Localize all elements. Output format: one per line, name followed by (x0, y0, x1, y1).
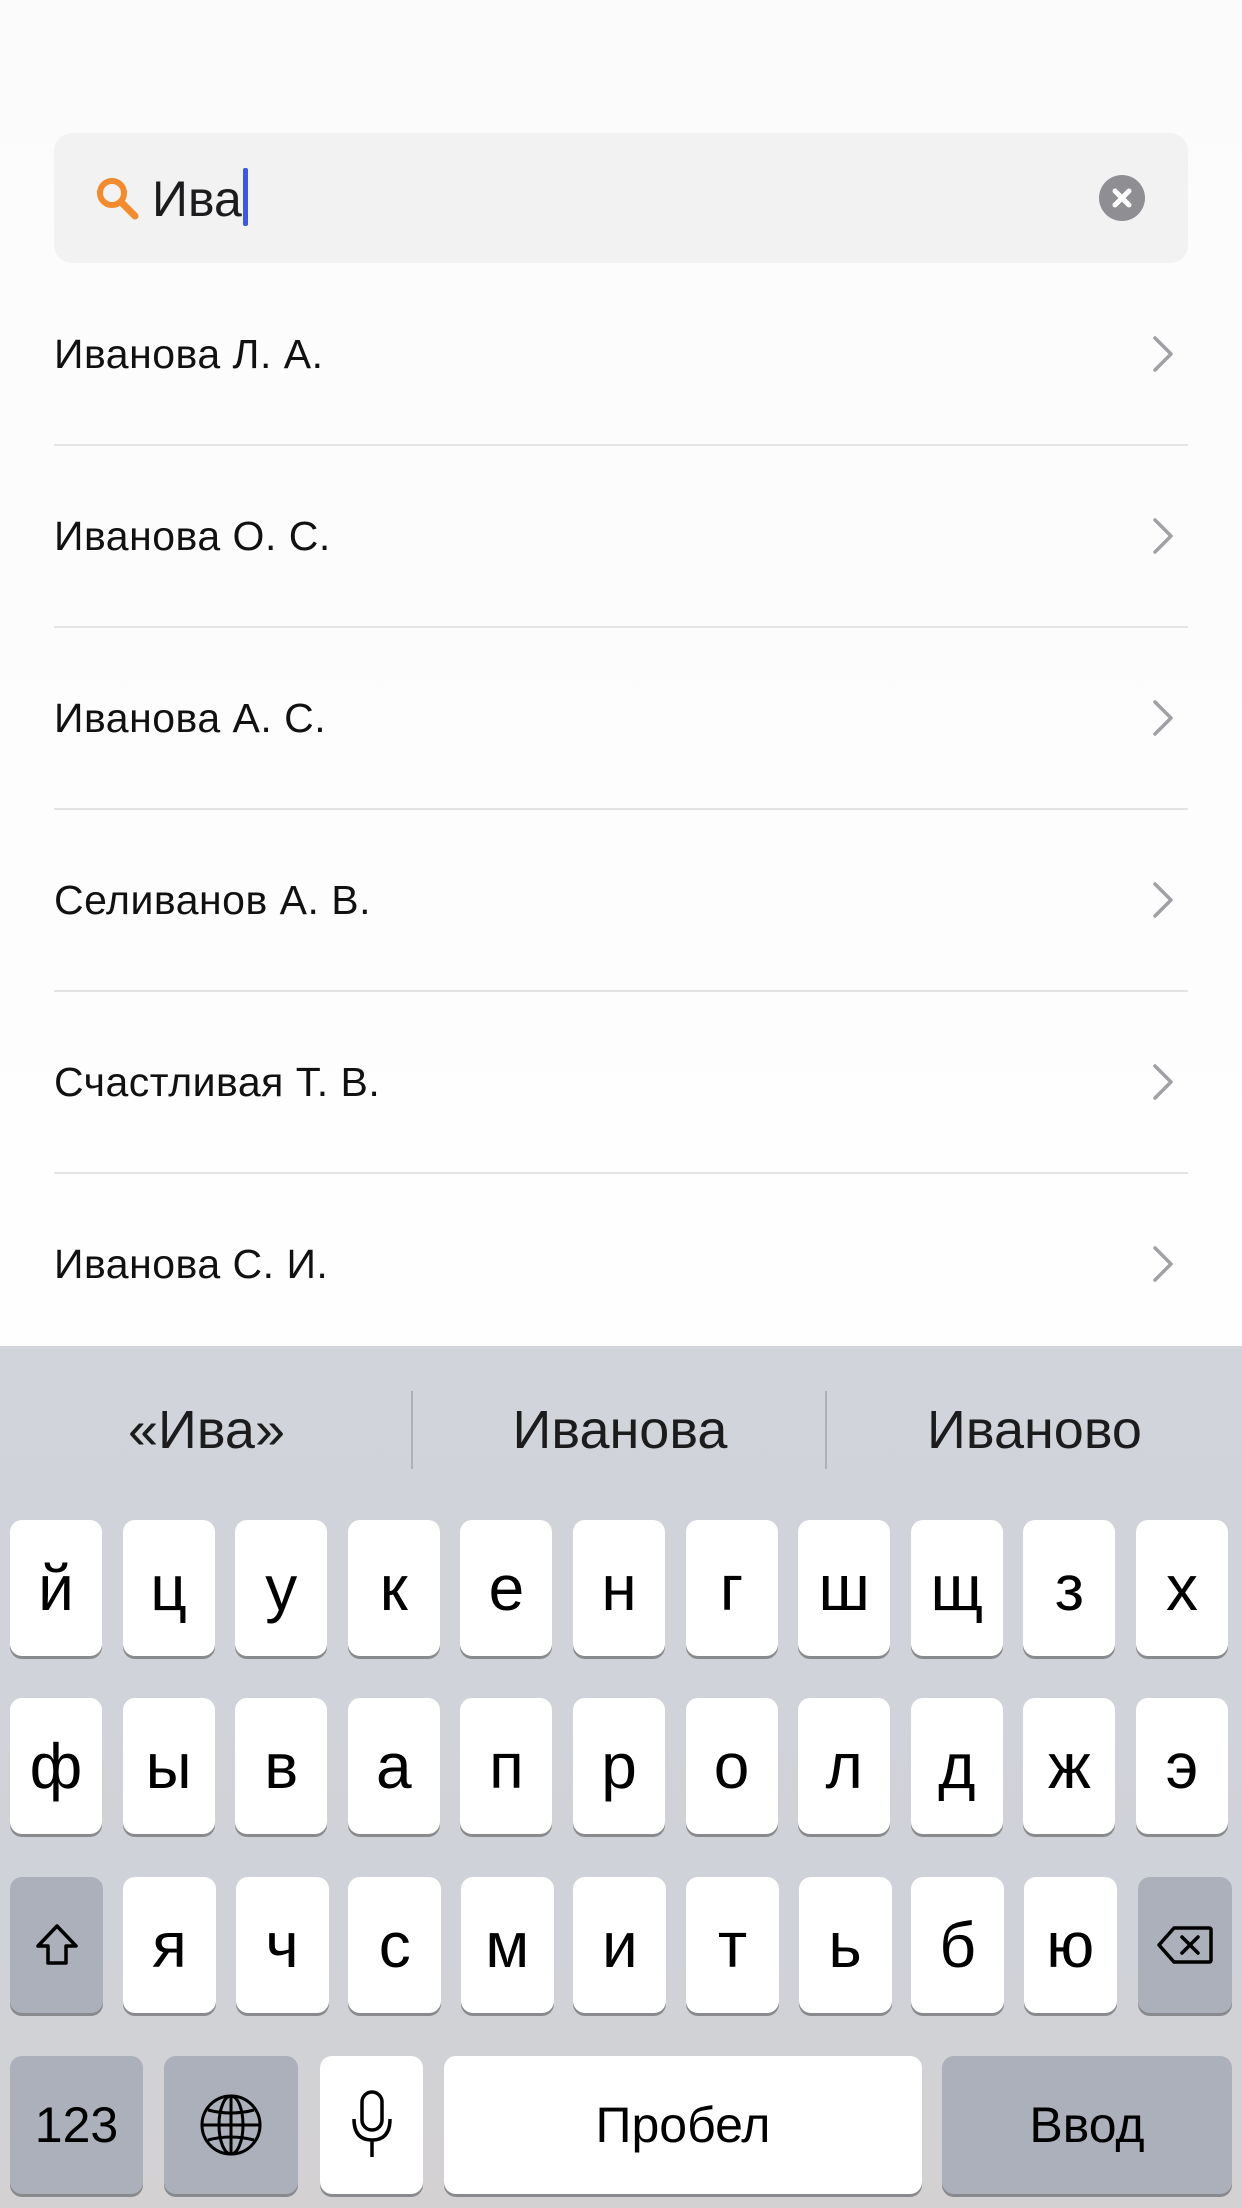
search-icon (97, 178, 139, 220)
result-item[interactable]: Иванова О. С. (54, 445, 1188, 627)
key-letter[interactable]: й (10, 1520, 102, 1656)
key-letter[interactable]: х (1136, 1520, 1228, 1656)
chevron-right-icon (1153, 1246, 1173, 1282)
clear-icon (1112, 188, 1132, 208)
result-item[interactable]: Иванова С. И. (54, 1173, 1188, 1355)
key-letter[interactable]: к (347, 1520, 440, 1656)
key-letter[interactable]: ь (798, 1877, 892, 2013)
key-letter[interactable]: с (348, 1877, 442, 2013)
key-letter[interactable]: и (573, 1877, 667, 2013)
suggestion-2[interactable]: Иванова (413, 1386, 827, 1474)
key-letter[interactable]: б (911, 1877, 1005, 2013)
key-letter[interactable]: э (1136, 1698, 1228, 1834)
key-letter[interactable]: р (573, 1698, 665, 1834)
result-name: Иванова Л. А. (54, 330, 324, 377)
result-item[interactable]: Счастливая Т. В. (54, 991, 1188, 1173)
key-letter[interactable]: щ (910, 1520, 1003, 1656)
key-letter[interactable]: ч (235, 1877, 329, 2013)
search-input[interactable]: Ива (152, 164, 248, 234)
result-item[interactable]: Иванова Л. А. (54, 263, 1188, 445)
key-letter[interactable]: ю (1023, 1877, 1117, 2013)
suggestion-1[interactable]: «Ива» (0, 1386, 413, 1474)
key-letter[interactable]: г (685, 1520, 778, 1656)
result-name: Иванова С. И. (54, 1240, 329, 1287)
chevron-right-icon (1153, 700, 1173, 736)
chevron-right-icon (1153, 336, 1173, 372)
result-item[interactable]: Иванова А. С. (54, 627, 1188, 809)
search-query-text: Ива (152, 171, 242, 227)
shift-icon (35, 1924, 78, 1965)
space-key[interactable]: Пробел (444, 2056, 922, 2194)
key-letter[interactable]: д (910, 1698, 1003, 1834)
result-name: Счастливая Т. В. (54, 1058, 381, 1105)
key-letter[interactable]: л (798, 1698, 891, 1834)
key-letter[interactable]: я (123, 1877, 216, 2013)
key-letter[interactable]: о (685, 1698, 778, 1834)
key-letter[interactable]: ц (122, 1520, 215, 1656)
key-letter[interactable]: ж (1023, 1698, 1116, 1834)
key-letter[interactable]: ш (798, 1520, 891, 1656)
chevron-right-icon (1153, 882, 1173, 918)
suggestion-3[interactable]: Иваново (827, 1386, 1242, 1474)
globe-key[interactable] (164, 2056, 298, 2194)
key-letter[interactable]: у (235, 1520, 328, 1656)
result-name: Иванова О. С. (54, 512, 331, 559)
key-letter[interactable]: е (460, 1520, 553, 1656)
chevron-right-icon (1153, 1064, 1173, 1100)
key-letter[interactable]: м (460, 1877, 554, 2013)
key-letter[interactable]: н (573, 1520, 665, 1656)
clear-search-button[interactable] (1099, 175, 1145, 221)
globe-icon (200, 2094, 262, 2156)
chevron-right-icon (1153, 518, 1173, 554)
key-letter[interactable]: п (460, 1698, 553, 1834)
result-name: Иванова А. С. (54, 694, 327, 741)
return-key[interactable]: Ввод (942, 2056, 1232, 2194)
backspace-key[interactable] (1138, 1877, 1232, 2013)
key-letter[interactable]: а (347, 1698, 440, 1834)
numbers-key[interactable]: 123 (10, 2056, 143, 2194)
microphone-icon (351, 2090, 392, 2157)
text-caret (242, 168, 248, 226)
microphone-key[interactable] (320, 2056, 423, 2194)
backspace-icon (1157, 1926, 1213, 1964)
result-name: Селиванов А. В. (54, 876, 371, 923)
key-letter[interactable]: з (1023, 1520, 1116, 1656)
key-letter[interactable]: т (686, 1877, 779, 2013)
key-letter[interactable]: ф (10, 1698, 102, 1834)
result-item[interactable]: Селиванов А. В. (54, 809, 1188, 991)
key-letter[interactable]: ы (122, 1698, 215, 1834)
shift-key[interactable] (10, 1877, 103, 2013)
key-letter[interactable]: в (235, 1698, 328, 1834)
